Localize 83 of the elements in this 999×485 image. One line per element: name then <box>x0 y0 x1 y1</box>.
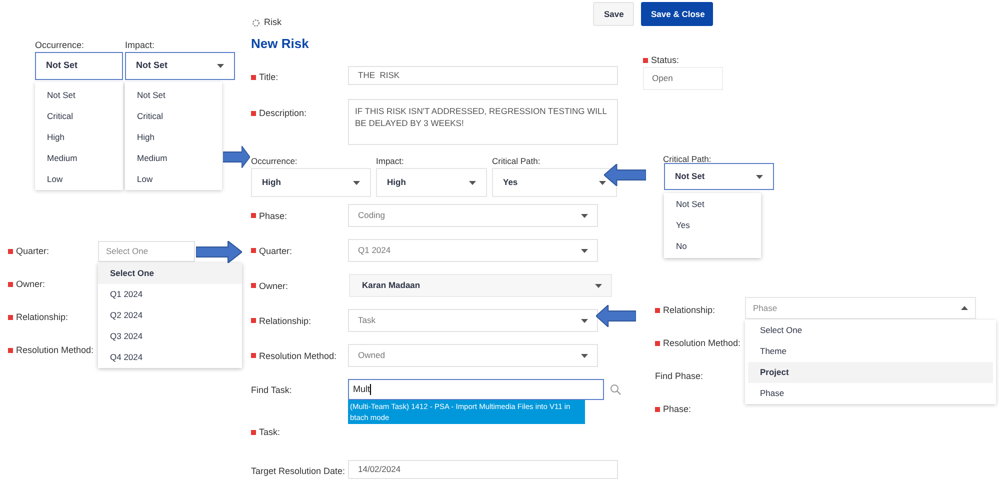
select-field[interactable]: Phase <box>745 297 976 319</box>
dropdown-option[interactable]: High <box>35 127 123 148</box>
dropdown-option[interactable]: Critical <box>125 106 222 127</box>
field-label: Quarter: <box>16 245 50 257</box>
caret-icon <box>961 306 968 310</box>
dropdown-option[interactable]: Q3 2024 <box>98 326 242 347</box>
dropdown-option[interactable]: Q4 2024 <box>98 347 242 368</box>
owner-select[interactable]: Karan Madaan <box>349 274 612 297</box>
dropdown-option[interactable]: Critical <box>35 106 123 127</box>
field-label: Find Task: <box>251 384 292 396</box>
select-field[interactable]: Not Set <box>35 52 123 80</box>
field-label: Occurrence: <box>35 39 86 52</box>
block-arrow <box>196 241 242 263</box>
select-field[interactable]: Select One <box>98 241 195 262</box>
caret-icon <box>581 354 588 358</box>
field-label: Quarter: <box>259 244 292 256</box>
field-label: Phase: <box>663 403 692 415</box>
search-input[interactable]: Mult <box>348 379 604 400</box>
dropdown-option[interactable]: Not Set <box>35 85 123 106</box>
dropdown-option[interactable]: Q1 2024 <box>98 284 242 305</box>
field-label: Find Phase: <box>655 370 704 382</box>
save-button[interactable]: Save <box>593 2 634 26</box>
select-field[interactable]: High <box>376 168 487 197</box>
search-icon[interactable] <box>610 384 621 395</box>
caret-icon <box>581 248 588 252</box>
field-label: Impact: <box>376 155 405 167</box>
dropdown-option[interactable]: Q2 2024 <box>98 305 242 326</box>
caret-icon <box>756 174 763 178</box>
select-field[interactable]: Not Set <box>664 163 774 190</box>
dropdown-option[interactable]: Low <box>35 169 123 190</box>
dropdown-option[interactable]: Project <box>748 362 993 383</box>
select-field[interactable]: High <box>251 168 371 197</box>
dropdown-option[interactable]: Yes <box>664 215 761 236</box>
select-field[interactable]: Owned <box>348 344 598 367</box>
dropdown-option[interactable]: No <box>664 236 761 257</box>
dropdown-option[interactable]: High <box>125 127 222 148</box>
field-label: Relationship: <box>16 311 68 323</box>
dropdown-option[interactable]: Medium <box>35 148 123 169</box>
page-title: New Risk <box>251 35 309 53</box>
block-arrow <box>604 164 646 186</box>
field-label: Resolution Method: <box>16 344 94 356</box>
field-label: Owner: <box>16 278 46 290</box>
dropdown-option[interactable]: Not Set <box>125 85 222 106</box>
field-label: Target Resolution Date: <box>251 465 346 477</box>
select-field[interactable]: Task <box>348 309 598 332</box>
field-label: Critical Path: <box>663 153 712 166</box>
dropdown-option[interactable]: Medium <box>125 148 222 169</box>
text-area[interactable]: IF THIS RISK ISN'T ADDRESSED, REGRESSION TESTING WILL BE DELAYED BY 3 WEEKS! <box>348 99 618 145</box>
dropdown-option[interactable]: Low <box>125 169 222 190</box>
caret-icon <box>217 64 224 68</box>
field-label: Phase: <box>259 210 288 222</box>
select-field[interactable]: Yes <box>492 168 617 197</box>
circle-icon <box>252 18 260 27</box>
field-label: Resolution Method: <box>259 350 337 362</box>
save-close-button[interactable]: Save & Close <box>641 2 713 26</box>
block-arrow <box>223 146 250 168</box>
text-field[interactable]: THE RISK <box>348 66 618 85</box>
field-label: Description: <box>259 107 307 119</box>
caret-icon <box>595 284 602 288</box>
dropdown-option[interactable]: Select One <box>98 263 242 284</box>
field-label: Task: <box>259 426 280 438</box>
field-label: Occurrence: <box>251 155 298 167</box>
field-label: Owner: <box>259 280 288 292</box>
field-label: Impact: <box>125 39 156 52</box>
field-label: Resolution Method: <box>663 337 741 349</box>
caret-icon <box>581 214 588 218</box>
field-label: Relationship: <box>663 304 716 316</box>
caret-icon <box>581 318 588 322</box>
text-field[interactable]: 14/02/2024 <box>348 460 618 479</box>
caret-icon <box>469 180 476 184</box>
caret-icon <box>599 180 606 184</box>
field-label: Relationship: <box>259 314 312 326</box>
field-label: Status: <box>651 54 680 66</box>
status-field: Open <box>643 67 723 90</box>
select-field[interactable]: Q1 2024 <box>348 239 598 262</box>
field-label: Critical Path: <box>492 155 542 167</box>
block-arrow <box>596 305 636 327</box>
breadcrumb: Risk <box>264 16 282 29</box>
dropdown-option[interactable]: Not Set <box>664 194 761 215</box>
select-field[interactable]: Not Set <box>125 52 235 80</box>
select-field[interactable]: Coding <box>348 204 598 227</box>
caret-icon <box>353 180 360 184</box>
field-label: Title: <box>259 71 278 83</box>
